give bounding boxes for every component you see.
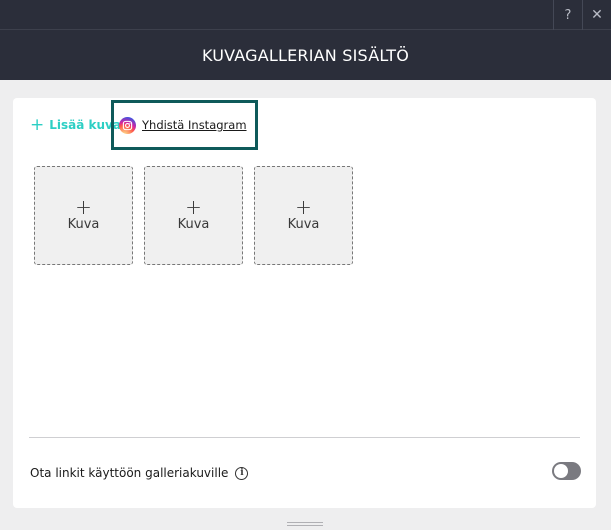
toggle-knob	[554, 464, 568, 478]
enable-links-setting: Ota linkit käyttöön galleriakuville i	[30, 464, 249, 482]
tile-label: Kuva	[287, 217, 320, 232]
title-bar	[0, 0, 611, 30]
image-placeholder-tile[interactable]: + Kuva	[144, 166, 243, 265]
connect-instagram-label: Yhdistä Instagram	[142, 118, 247, 132]
dialog-title: KUVAGALLERIAN SISÄLTÖ	[201, 45, 410, 65]
resize-grip[interactable]	[287, 522, 323, 528]
tile-label: Kuva	[67, 217, 100, 232]
image-placeholder-tile[interactable]: + Kuva	[34, 166, 133, 265]
tile-label: Kuva	[177, 217, 210, 232]
enable-links-toggle[interactable]	[552, 462, 581, 480]
plus-icon: +	[185, 195, 202, 219]
plus-icon: +	[75, 195, 92, 219]
enable-links-label: Ota linkit käyttöön galleriakuville	[30, 466, 229, 480]
dialog-header: ? ✕ KUVAGALLERIAN SISÄLTÖ	[0, 0, 611, 80]
image-placeholder-tile[interactable]: + Kuva	[254, 166, 353, 265]
connect-instagram-button[interactable]: Yhdistä Instagram	[111, 100, 258, 150]
close-button[interactable]: ✕	[582, 0, 611, 30]
plus-icon: +	[30, 114, 45, 135]
add-image-button[interactable]: + Lisää kuva	[30, 116, 121, 134]
divider	[29, 437, 580, 438]
content-panel: + Lisää kuva Yhdistä Instagram + Kuva + …	[13, 98, 596, 508]
help-button[interactable]: ?	[553, 0, 582, 30]
close-icon: ✕	[591, 7, 603, 23]
image-tiles: + Kuva + Kuva + Kuva	[34, 166, 353, 265]
plus-icon: +	[295, 195, 312, 219]
instagram-icon	[119, 116, 136, 134]
info-icon[interactable]: i	[235, 466, 249, 480]
